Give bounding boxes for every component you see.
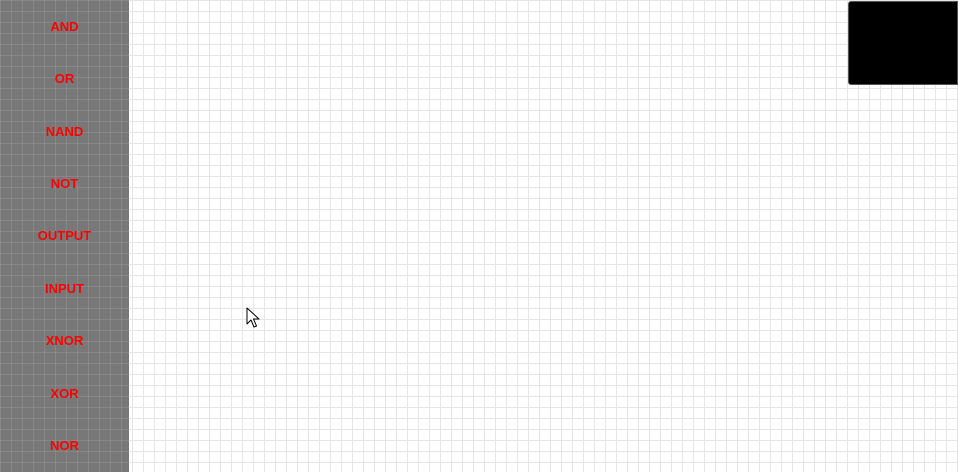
gate-nand-button[interactable]: NAND (0, 105, 129, 157)
logic-circuit-app: AND OR NAND NOT OUTPUT INPUT XNOR XOR NO… (0, 0, 958, 472)
minimap-panel[interactable] (848, 1, 958, 85)
gate-or-button[interactable]: OR (0, 52, 129, 104)
gate-not-button[interactable]: NOT (0, 157, 129, 209)
gate-xor-button[interactable]: XOR (0, 367, 129, 419)
gate-output-button[interactable]: OUTPUT (0, 210, 129, 262)
gate-xnor-button[interactable]: XNOR (0, 315, 129, 367)
gate-nor-button[interactable]: NOR (0, 420, 129, 472)
gate-and-button[interactable]: AND (0, 0, 129, 52)
gate-palette-sidebar: AND OR NAND NOT OUTPUT INPUT XNOR XOR NO… (0, 0, 129, 472)
circuit-canvas[interactable] (129, 0, 958, 472)
gate-input-button[interactable]: INPUT (0, 262, 129, 314)
